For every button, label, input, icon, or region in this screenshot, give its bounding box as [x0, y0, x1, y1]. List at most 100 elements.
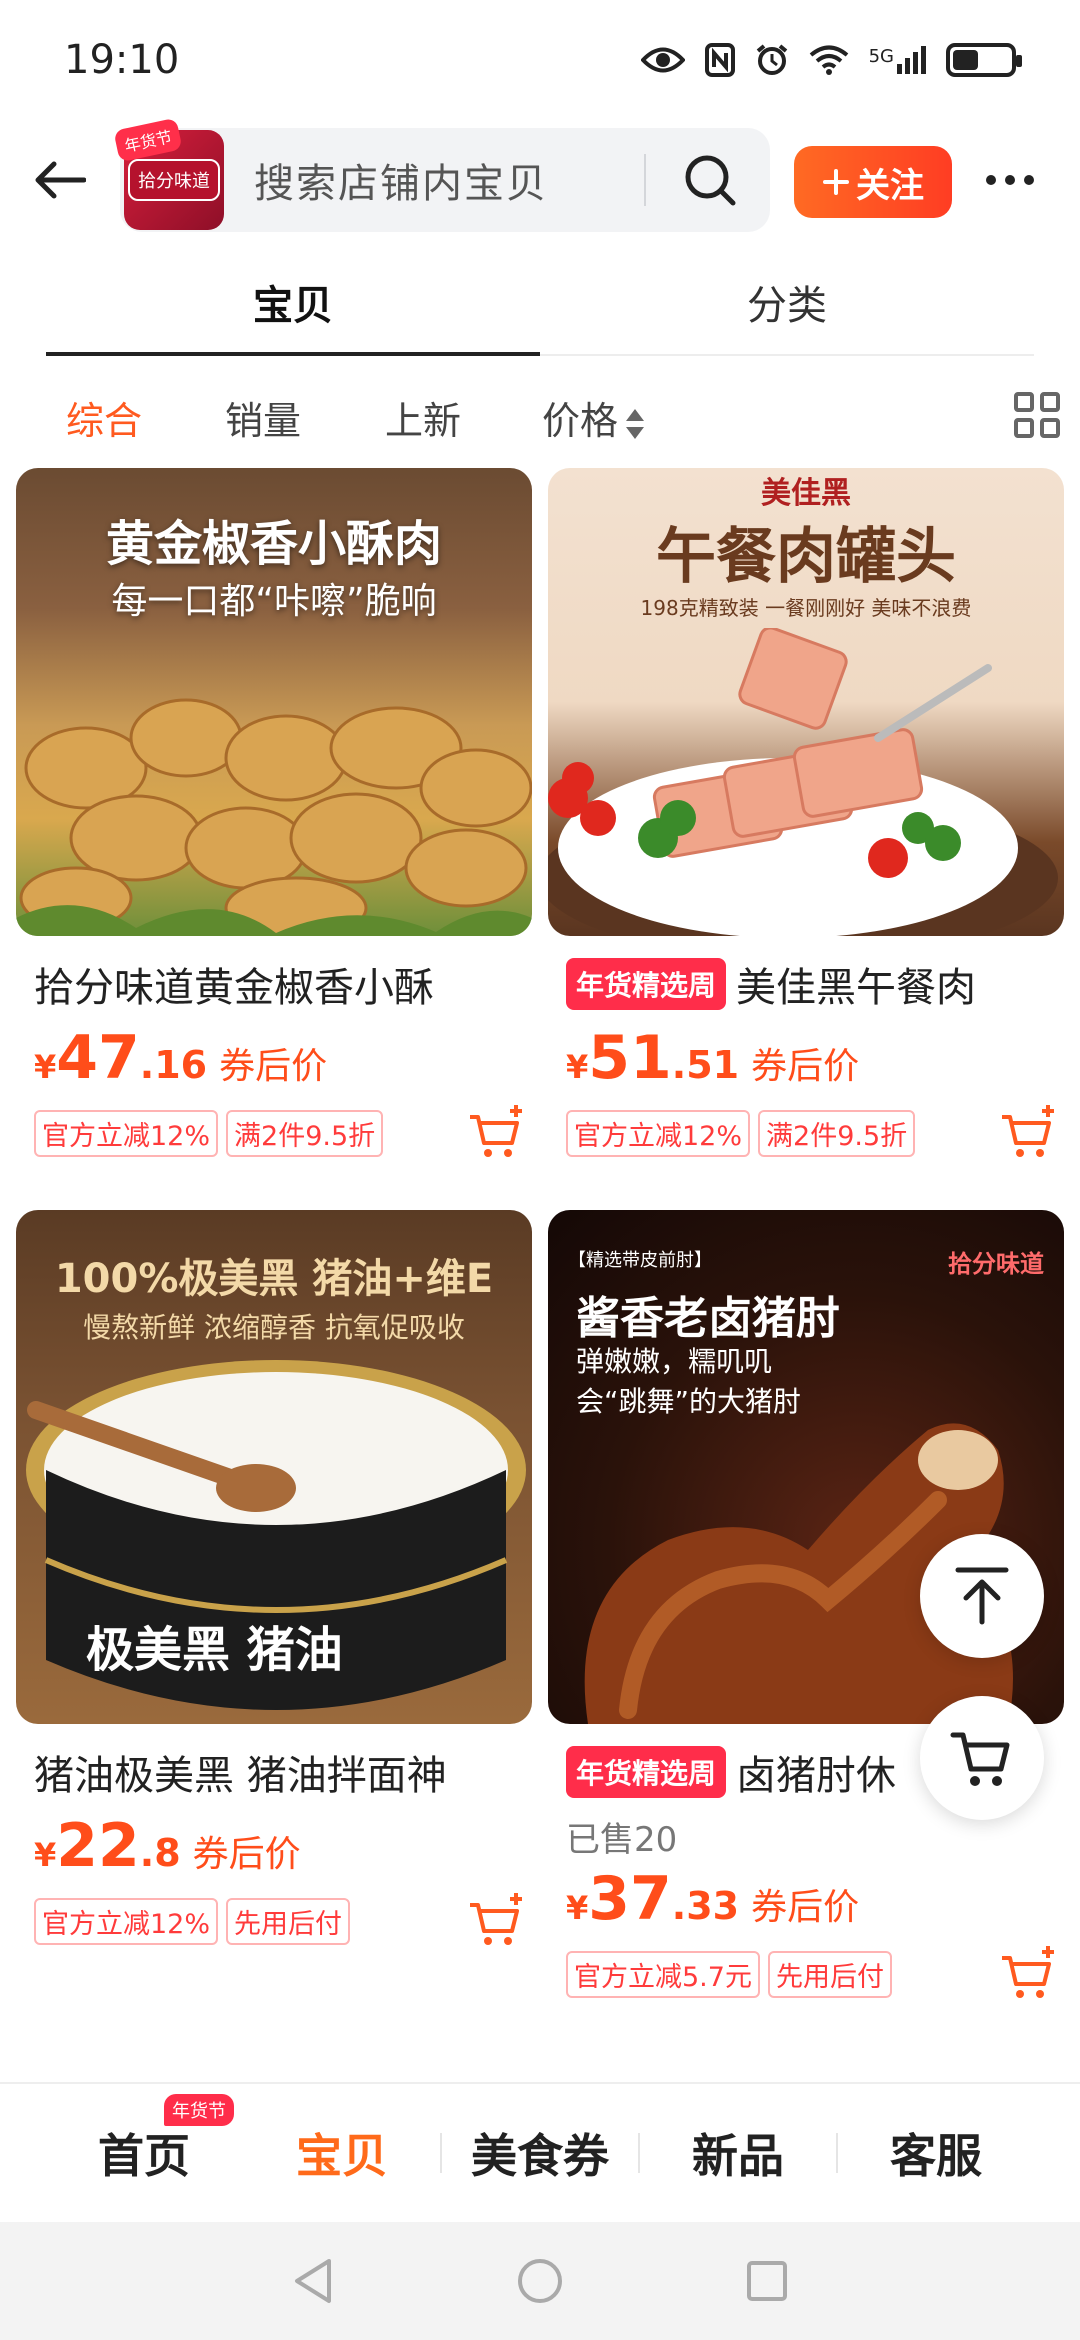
shop-logo-text: 拾分味道 — [128, 159, 220, 201]
cart-button[interactable] — [920, 1696, 1044, 1820]
more-options-button[interactable] — [970, 140, 1050, 220]
cart-icon — [950, 1732, 1010, 1786]
more-dot-icon — [1024, 175, 1034, 185]
currency-symbol: ¥ — [566, 1889, 589, 1927]
search-icon[interactable] — [680, 150, 740, 210]
nfc-icon — [704, 43, 735, 77]
store-header: 年货节 拾分味道 搜索店铺内宝贝 关注 — [0, 117, 1080, 240]
battery-fill — [953, 50, 978, 70]
price-integer: 51 — [588, 1023, 672, 1093]
product-image[interactable]: 美佳黑 午餐肉罐头 198克精致装 一餐刚刚好 美味不浪费 — [548, 468, 1064, 936]
product-card[interactable]: 黄金椒香小酥肉 每一口都“咔嚓”脆响 拾分味道黄金椒香小酥 ¥ 47 .16 券… — [16, 468, 532, 1157]
price-row: ¥ 47 .16 券后价 — [16, 1028, 532, 1089]
price-label: 券后价 — [751, 1046, 860, 1087]
network-label: 5G — [868, 46, 894, 67]
search-divider — [644, 154, 646, 206]
promo-tag: 年货精选周 — [566, 958, 727, 1010]
add-to-cart-icon[interactable] — [998, 1944, 1060, 2006]
product-card[interactable]: 100%极美黑 猪油+维E 慢熬新鲜 浓缩醇香 抗氧促吸收 极美黑 猪油 猪油极… — [16, 1210, 532, 1945]
more-dot-icon — [1005, 175, 1015, 185]
back-to-top-icon — [955, 1567, 1009, 1625]
nav-products[interactable]: 宝贝 — [244, 2120, 440, 2186]
product-title-text: 拾分味道黄金椒香小酥 — [34, 965, 434, 1011]
nav-home[interactable]: 首页 年货节 — [46, 2094, 242, 2186]
add-to-cart-icon[interactable] — [466, 1891, 528, 1953]
layout-toggle-icon[interactable] — [1014, 392, 1060, 438]
coupon-tags: 官方立减5.7元 先用后付 — [548, 1946, 1064, 1998]
product-card[interactable]: 美佳黑 午餐肉罐头 198克精致装 一餐刚刚好 美味不浪费 年货精选周 美佳黑午… — [548, 468, 1064, 1157]
coupon-tag: 先用后付 — [226, 1897, 351, 1945]
sort-arrows-icon — [626, 407, 645, 441]
image-corner-label: 【精选带皮前肘】 — [568, 1250, 712, 1271]
image-headline: 100%极美黑 猪油+维E — [54, 1256, 494, 1302]
price-decimal: .51 — [671, 1043, 740, 1087]
coupon-tag: 先用后付 — [767, 1950, 892, 1998]
coupon-tag: 官方立减12% — [566, 1109, 751, 1157]
search-input[interactable]: 搜索店铺内宝贝 — [254, 151, 548, 209]
image-brand: 美佳黑 — [761, 476, 851, 511]
nav-food-coupons[interactable]: 美食券 — [442, 2120, 638, 2186]
system-home-icon[interactable] — [516, 2257, 564, 2305]
alarm-icon — [756, 44, 787, 75]
back-arrow-icon — [35, 161, 86, 199]
product-image[interactable]: 100%极美黑 猪油+维E 慢熬新鲜 浓缩醇香 抗氧促吸收 极美黑 猪油 — [16, 1210, 532, 1724]
product-title[interactable]: 猪油极美黑 猪油拌面神 — [16, 1744, 532, 1800]
sort-price[interactable]: 价格 — [542, 390, 645, 445]
follow-button[interactable]: 关注 — [794, 146, 952, 218]
image-headline: 酱香老卤猪肘 — [576, 1293, 840, 1344]
coupon-tag: 满2件9.5折 — [758, 1109, 916, 1157]
battery-icon — [946, 43, 1022, 77]
currency-symbol: ¥ — [34, 1048, 57, 1086]
add-to-cart-icon[interactable] — [998, 1103, 1060, 1165]
shop-logo-badge: 年货节 — [113, 117, 183, 163]
image-subtitle: 弹嫩嫩，糯叽叽 — [576, 1345, 773, 1378]
store-tabs: 宝贝 分类 — [46, 250, 1034, 356]
search-box[interactable]: 年货节 拾分味道 搜索店铺内宝贝 — [113, 117, 770, 232]
product-title[interactable]: 年货精选周 美佳黑午餐肉 — [548, 956, 1064, 1012]
can-label: 极美黑 猪油 — [86, 1622, 343, 1678]
wifi-icon — [809, 45, 848, 75]
price-integer: 47 — [56, 1023, 140, 1093]
price-decimal: .33 — [671, 1884, 740, 1928]
price-row: ¥ 22 .8 券后价 — [16, 1816, 532, 1877]
food-illustration — [548, 628, 1058, 936]
coupon-tag: 官方立减5.7元 — [566, 1950, 760, 1998]
system-nav-bar — [0, 2222, 1080, 2340]
image-headline: 午餐肉罐头 — [656, 522, 956, 592]
nav-new-arrivals[interactable]: 新品 — [640, 2120, 836, 2186]
price-label: 券后价 — [219, 1046, 328, 1087]
system-back-icon[interactable] — [291, 2257, 335, 2305]
add-to-cart-icon[interactable] — [466, 1103, 528, 1165]
nav-customer-service[interactable]: 客服 — [838, 2120, 1034, 2186]
coupon-tags: 官方立减12% 满2件9.5折 — [548, 1105, 1064, 1157]
back-button[interactable] — [0, 120, 120, 240]
tab-products[interactable]: 宝贝 — [46, 250, 540, 356]
price-decimal: .8 — [139, 1831, 181, 1875]
sort-sales[interactable]: 销量 — [225, 390, 301, 445]
tab-categories[interactable]: 分类 — [540, 250, 1034, 354]
system-recents-icon[interactable] — [745, 2259, 789, 2303]
status-time: 19:10 — [64, 37, 180, 83]
coupon-tags: 官方立减12% 先用后付 — [16, 1893, 532, 1945]
product-title[interactable]: 拾分味道黄金椒香小酥 — [16, 956, 532, 1012]
price-row: ¥ 37 .33 券后价 — [548, 1869, 1064, 1930]
coupon-tags: 官方立减12% 满2件9.5折 — [16, 1105, 532, 1157]
sort-comprehensive[interactable]: 综合 — [66, 390, 142, 445]
bottom-nav: 首页 年货节 宝贝 美食券 新品 客服 — [0, 2082, 1080, 2222]
product-title-text: 猪油极美黑 猪油拌面神 — [34, 1753, 447, 1799]
nav-badge: 年货节 — [164, 2094, 234, 2126]
price-label: 券后价 — [192, 1834, 301, 1875]
status-bar: 19:10 5G — [0, 0, 1080, 120]
price-integer: 37 — [588, 1864, 672, 1934]
eye-icon — [640, 47, 685, 73]
promo-tag: 年货精选周 — [566, 1746, 727, 1798]
signal-5g-icon: 5G — [869, 46, 926, 74]
sort-newest[interactable]: 上新 — [385, 390, 461, 445]
currency-symbol: ¥ — [566, 1048, 589, 1086]
product-image[interactable]: 黄金椒香小酥肉 每一口都“咔嚓”脆响 — [16, 468, 532, 936]
price-label: 券后价 — [751, 1887, 860, 1928]
back-to-top-button[interactable] — [920, 1534, 1044, 1658]
coupon-tag: 满2件9.5折 — [226, 1109, 384, 1157]
plus-icon — [823, 169, 849, 195]
shop-logo[interactable]: 年货节 拾分味道 — [113, 117, 224, 230]
